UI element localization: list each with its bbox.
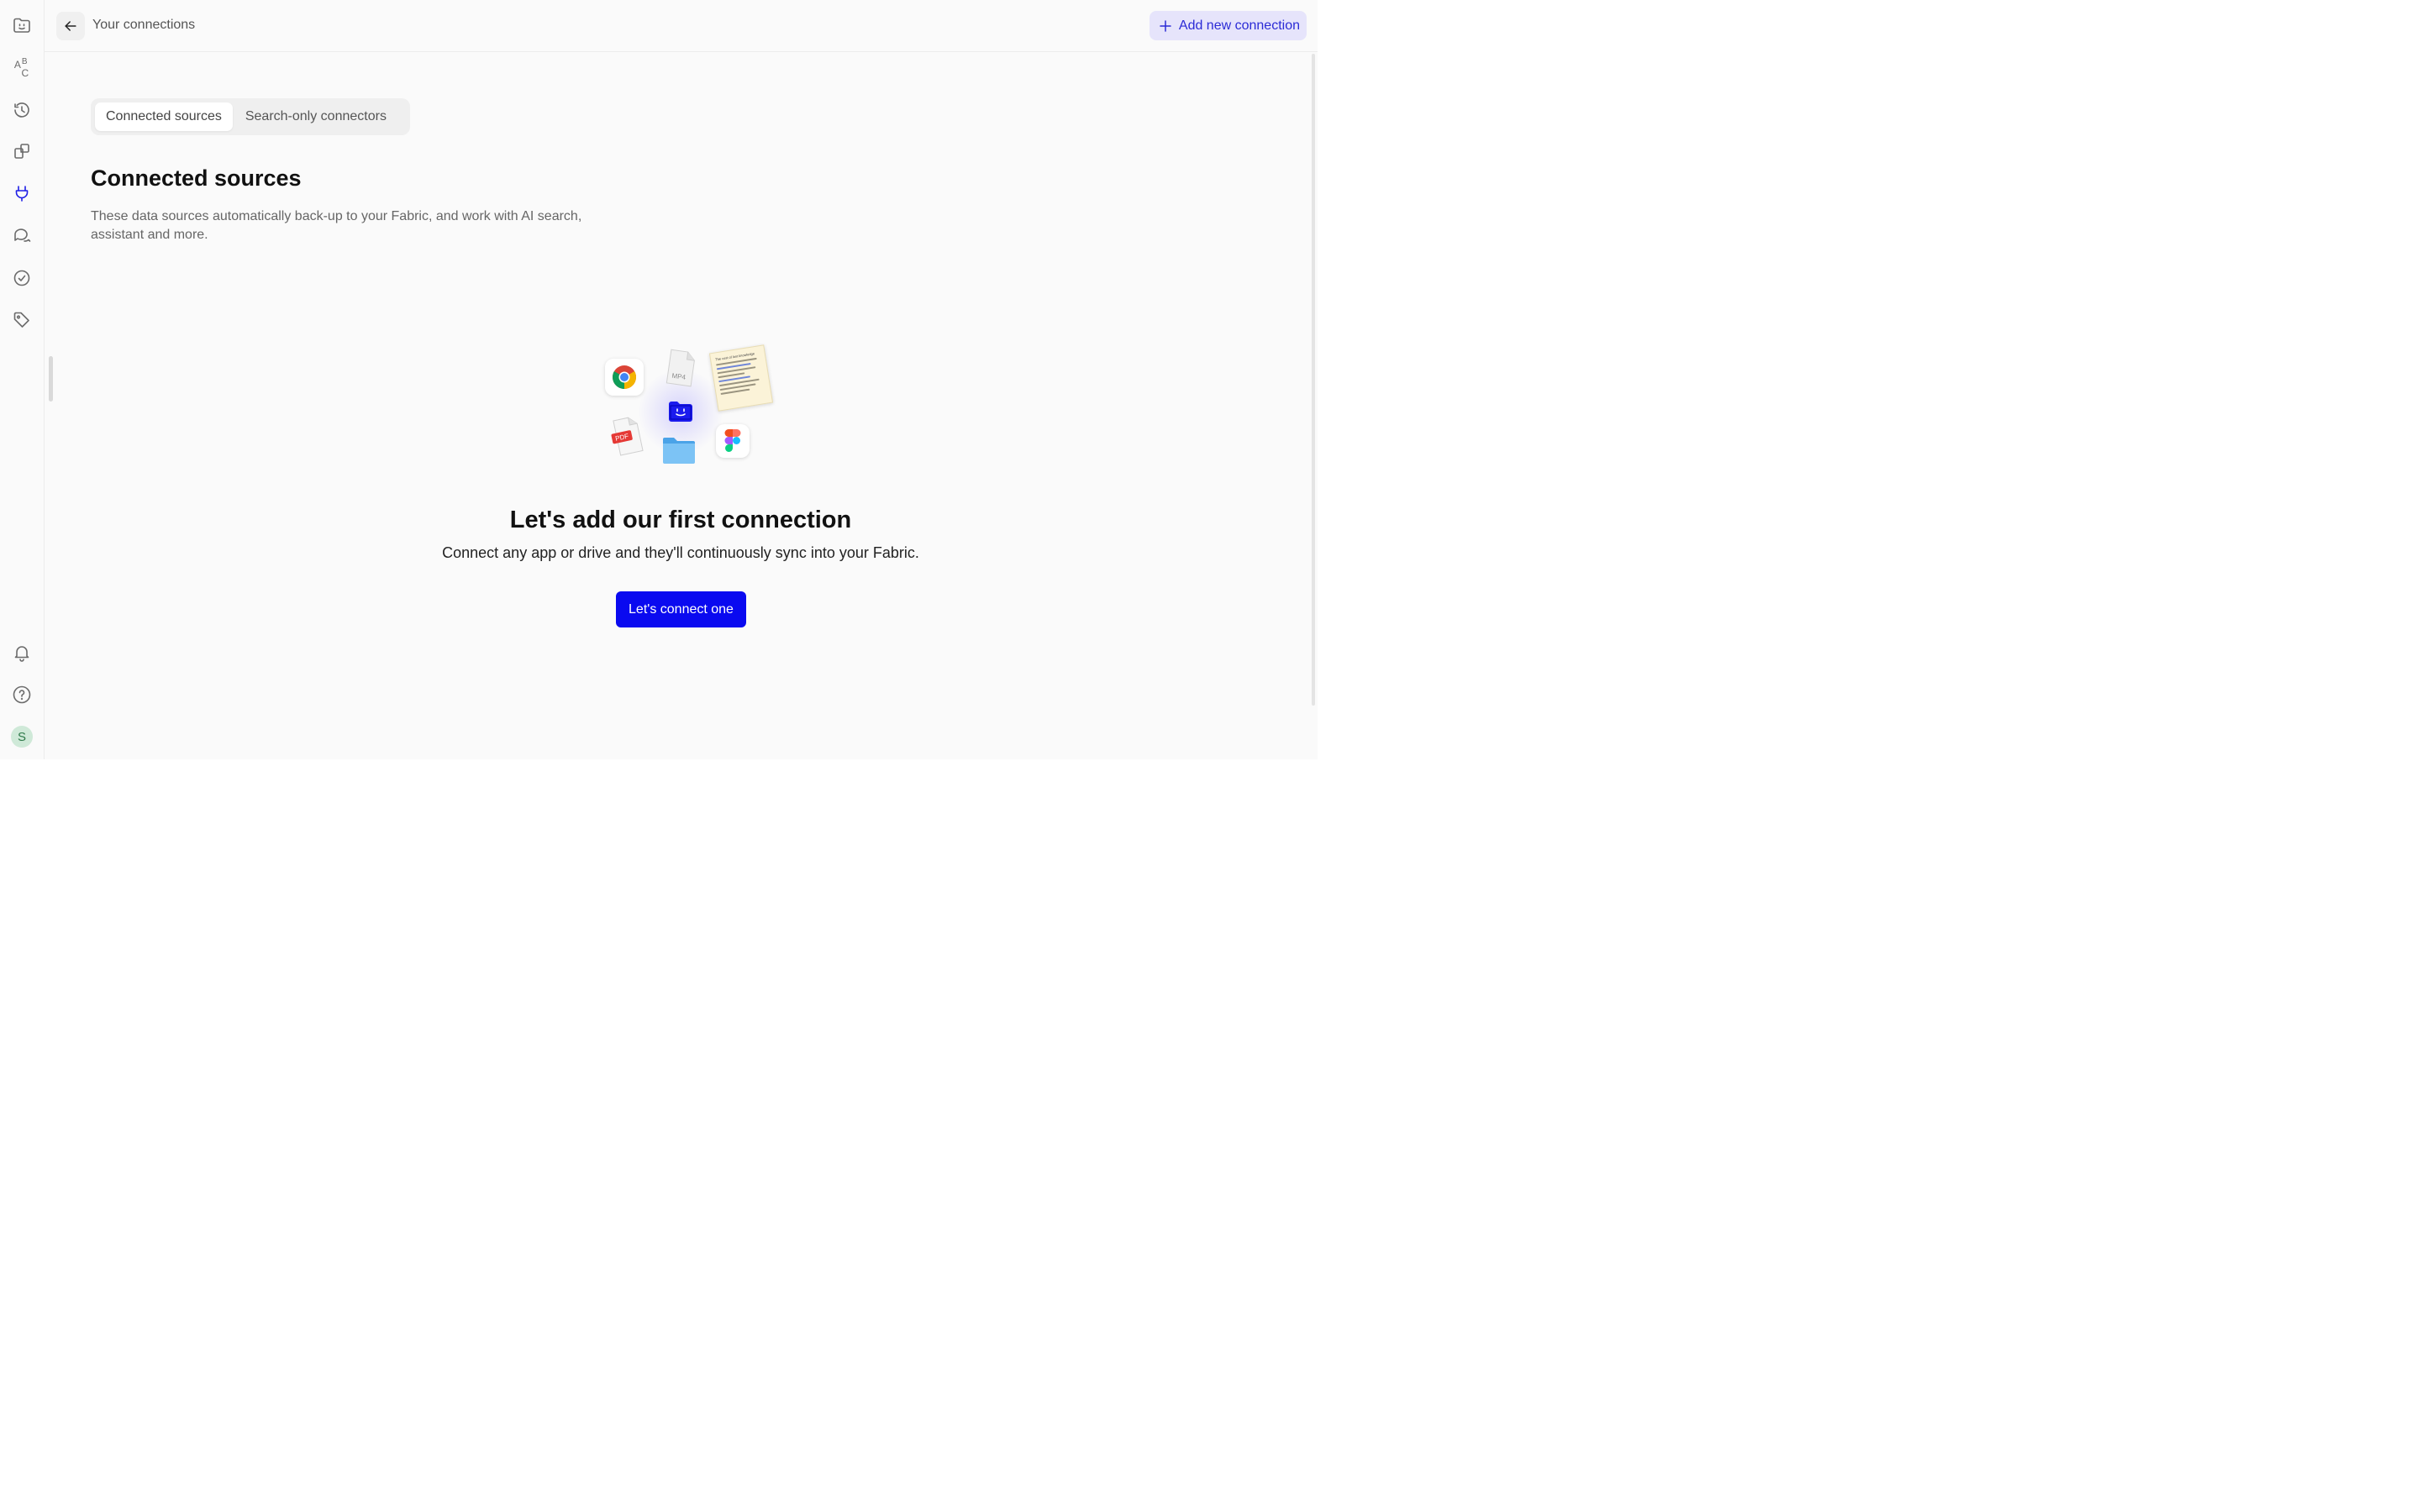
pdf-file-icon: PDF	[611, 417, 644, 456]
help-icon	[13, 685, 31, 704]
scrollbar[interactable]	[1312, 54, 1315, 706]
history-icon	[14, 102, 29, 118]
mp4-file-icon: MP4	[666, 349, 695, 387]
sidebar-item-spaces[interactable]	[8, 137, 36, 165]
fabric-logo-icon[interactable]	[8, 11, 36, 39]
connect-one-button[interactable]: Let's connect one	[616, 591, 746, 627]
abc-icon: AB C	[13, 56, 30, 79]
tab-search-only-connectors[interactable]: Search-only connectors	[234, 102, 397, 131]
sidebar-item-chat[interactable]	[8, 221, 36, 249]
tab-connected-sources[interactable]: Connected sources	[95, 102, 233, 131]
section-title: Connected sources	[91, 165, 302, 191]
empty-state-subtitle: Connect any app or drive and they'll con…	[442, 544, 919, 561]
chat-icon	[14, 228, 31, 242]
sidebar-item-history[interactable]	[8, 96, 36, 124]
empty-state-illustration: MP4 The cost of lost knowledge PDF	[588, 336, 790, 479]
folder-icon	[663, 438, 695, 464]
add-new-connection-button[interactable]: Add new connection	[1149, 11, 1307, 40]
figma-icon	[716, 424, 750, 458]
top-bar: Your connections Add new connection	[45, 0, 1318, 52]
sidebar: AB C S	[0, 0, 45, 759]
back-button[interactable]	[56, 12, 85, 40]
check-circle-icon	[13, 270, 30, 286]
section-description: These data sources automatically back-up…	[91, 209, 582, 242]
chrome-icon	[605, 359, 644, 396]
bell-icon	[14, 646, 29, 662]
sidebar-item-connections[interactable]	[8, 179, 36, 207]
stack-icon	[14, 144, 29, 159]
tag-icon	[13, 312, 29, 328]
notifications-button[interactable]	[8, 638, 36, 667]
plus-icon	[1160, 19, 1171, 32]
arrow-left-icon	[65, 21, 76, 31]
fabric-icon	[669, 402, 692, 422]
sidebar-item-tags[interactable]	[8, 306, 36, 334]
sidebar-resize-handle[interactable]	[49, 356, 53, 402]
avatar[interactable]: S	[11, 726, 33, 748]
breadcrumb: Your connections	[92, 18, 196, 32]
help-button[interactable]	[8, 680, 36, 709]
app-window: AB C S Your connections Add new connecti…	[0, 0, 1318, 759]
add-new-connection-label: Add new connection	[1178, 18, 1300, 33]
sidebar-item-tasks[interactable]	[8, 264, 36, 292]
tab-switcher: Connected sources Search-only connectors	[91, 98, 410, 135]
plug-icon	[15, 186, 29, 202]
empty-state-title: Let's add our first connection	[509, 507, 852, 533]
sidebar-item-abc[interactable]: AB C	[8, 53, 36, 81]
note-document-icon: The cost of lost knowledge	[708, 344, 774, 412]
